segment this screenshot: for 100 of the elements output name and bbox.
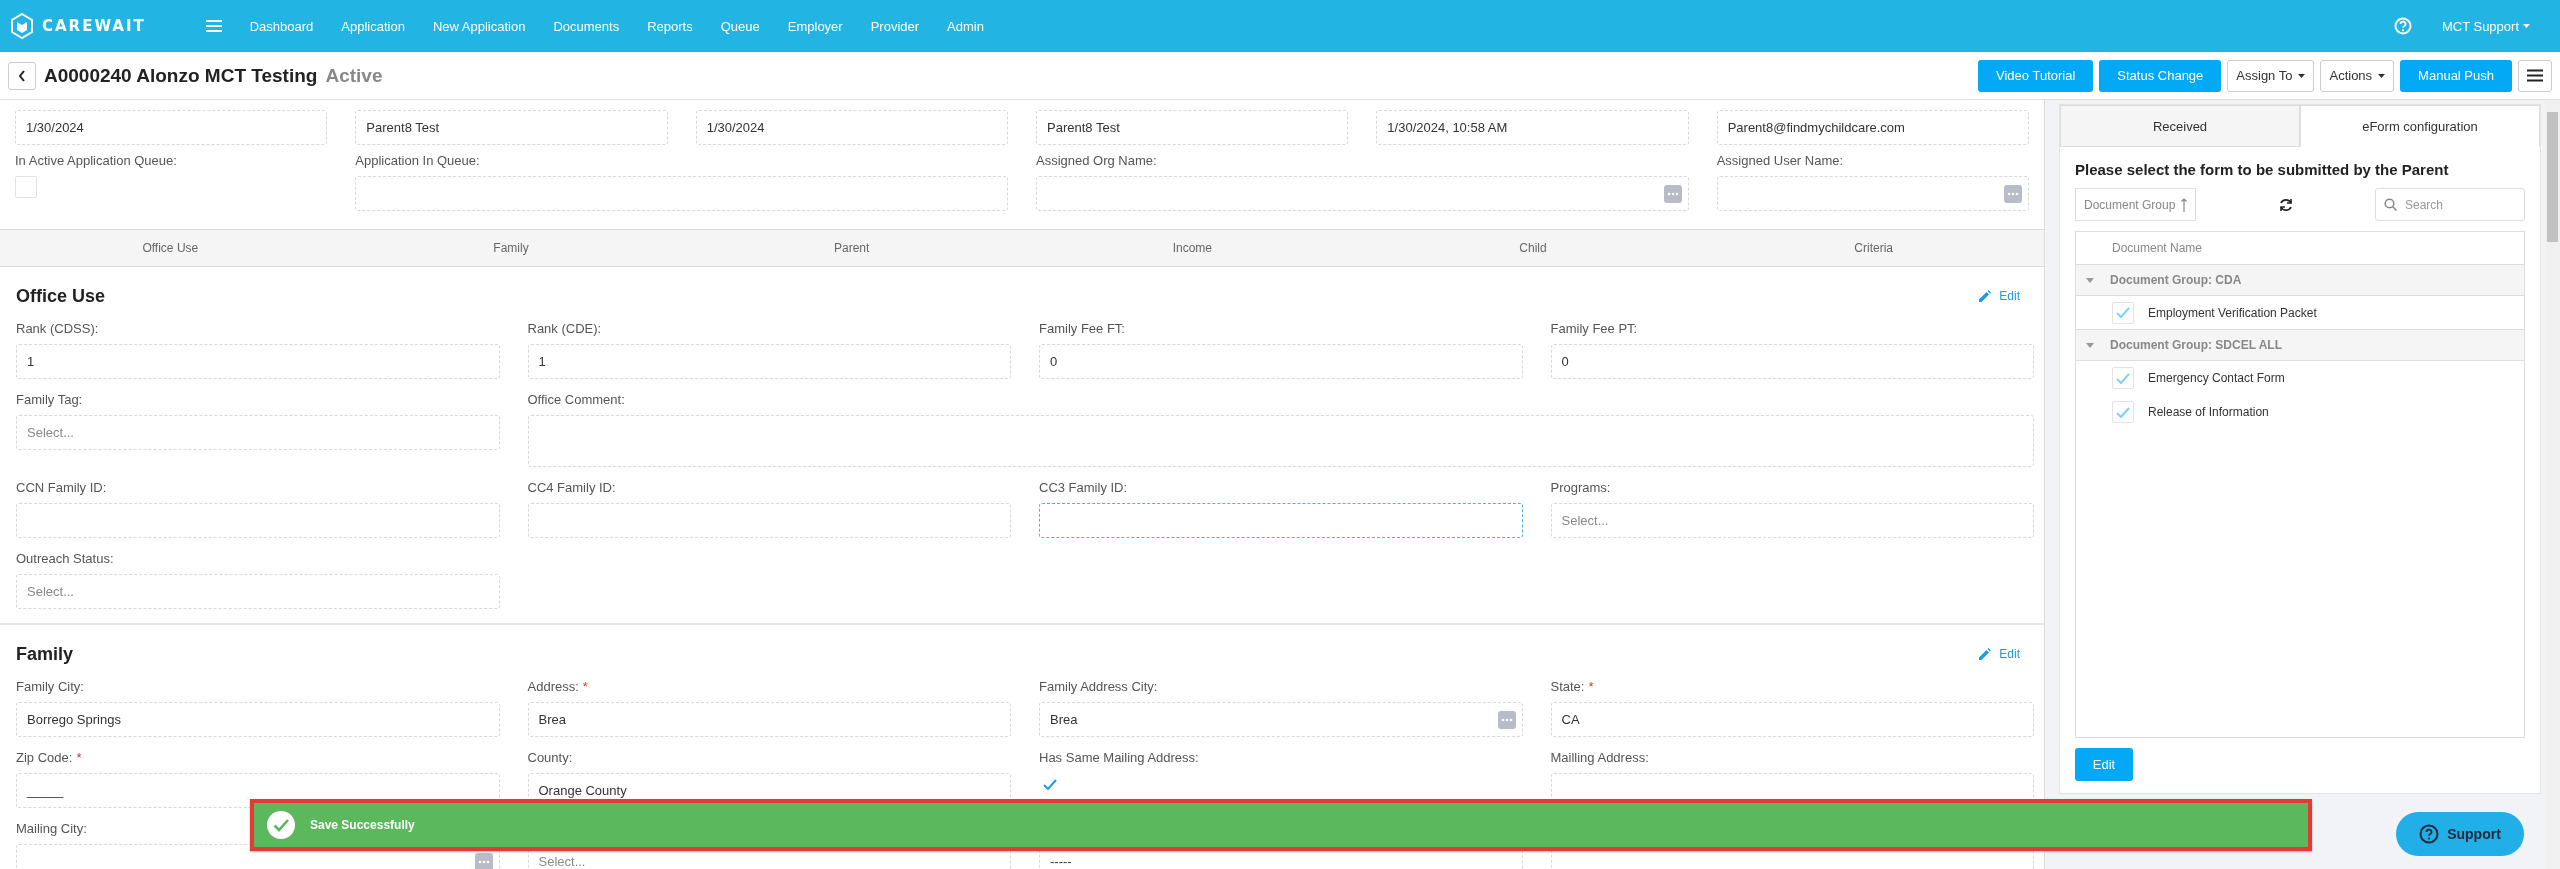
field-label: CC4 Family ID: <box>527 480 616 497</box>
input-field[interactable] <box>355 176 1008 211</box>
field-label: Has Same Mailing Address: <box>1039 750 1199 767</box>
more-button[interactable] <box>1663 184 1682 203</box>
document-name: Emergency Contact Form <box>2148 371 2285 385</box>
more-icon <box>1500 717 1513 722</box>
help-icon[interactable] <box>2393 17 2412 35</box>
group-row[interactable]: Document Group: SDCEL ALL <box>2076 330 2524 361</box>
lookup-field[interactable] <box>1036 176 1689 211</box>
section-tab[interactable]: Child <box>1519 241 1547 255</box>
refresh-icon[interactable] <box>2278 197 2293 212</box>
input-field[interactable]: Brea <box>527 702 1011 737</box>
input-field[interactable]: 1/30/2024, 10:58 AM <box>1376 110 1689 145</box>
field-label: Rank (CDE): <box>527 321 602 338</box>
more-button[interactable] <box>2004 184 2022 203</box>
field-label: Mailing City: <box>16 821 87 838</box>
dropdown-button[interactable]: Assign To <box>2227 59 2315 92</box>
menu-button[interactable] <box>2518 59 2552 92</box>
field-label: Address: <box>527 679 579 696</box>
input-field[interactable]: Parent8@findmychildcare.com <box>1716 110 2029 145</box>
input-field[interactable] <box>1039 503 1523 538</box>
field-label: Application In Queue: <box>355 153 480 170</box>
logo-icon <box>10 13 34 39</box>
panel-tab[interactable]: eForm configuration <box>2300 105 2540 147</box>
scrollbar[interactable] <box>2545 100 2560 869</box>
field-label: County: <box>527 750 573 767</box>
field-label: Family Fee PT: <box>1550 321 1638 338</box>
field-label: CCN Family ID: <box>16 480 107 497</box>
pencil-icon <box>1979 648 1992 660</box>
required-mark: * <box>76 750 82 767</box>
input-field[interactable]: Parent8 Test <box>355 110 668 145</box>
caret-icon <box>2378 73 2386 78</box>
field-label: State: <box>1550 679 1585 696</box>
more-icon <box>1666 191 1679 196</box>
check-icon <box>2116 307 2130 318</box>
search-icon <box>2384 198 2397 211</box>
panel-heading: Please select the form to be submitted by the Parent <box>2075 161 2450 178</box>
search-field[interactable]: Search <box>2375 188 2525 221</box>
document-name: Employment Verification Packet <box>2148 305 2317 320</box>
input-field[interactable]: 1/30/2024 <box>15 110 328 145</box>
section-tab[interactable]: Parent <box>833 241 870 255</box>
caret-icon <box>2298 73 2306 78</box>
input-field[interactable]: 1/30/2024 <box>695 110 1008 145</box>
input-field[interactable]: 0 <box>1039 344 1523 379</box>
checkbox[interactable] <box>15 176 37 198</box>
select-field[interactable]: Select... <box>16 415 500 450</box>
arrow-up-icon <box>2181 197 2188 212</box>
field-label: Family City: <box>16 679 84 696</box>
group-row[interactable]: Document Group: CDA <box>2076 265 2524 296</box>
input-field[interactable] <box>527 503 1011 538</box>
more-button[interactable] <box>1497 710 1516 729</box>
dropdown-button[interactable]: Actions <box>2320 59 2395 92</box>
lookup-field[interactable] <box>1716 176 2029 211</box>
checkbox[interactable] <box>2112 301 2134 324</box>
field-label: Assigned User Name: <box>1716 153 1844 170</box>
menu-icon <box>2527 69 2543 82</box>
back-button[interactable] <box>8 61 36 90</box>
input-field[interactable]: Parent8 Test <box>1036 110 1349 145</box>
check-icon <box>2116 406 2130 418</box>
section-tab[interactable]: Criteria <box>1854 241 1893 255</box>
input-field[interactable] <box>16 503 500 538</box>
comment-field[interactable] <box>527 415 2034 467</box>
input-field[interactable]: 1 <box>16 344 500 379</box>
select-field[interactable]: Select... <box>1550 503 2034 538</box>
status-text: Active <box>325 64 383 87</box>
field-label: Zip Code: <box>16 750 73 767</box>
edit-link[interactable]: Edit <box>1979 647 2020 661</box>
panel-tab[interactable]: Received <box>2060 105 2300 147</box>
section-tab[interactable]: Family <box>493 241 529 255</box>
section-title: Family <box>16 643 74 665</box>
checkbox[interactable] <box>2112 401 2134 423</box>
checkbox[interactable] <box>2112 367 2134 389</box>
toast-message: Save Successfully <box>310 818 415 832</box>
field-label: Family Fee FT: <box>1039 321 1125 338</box>
input-field[interactable]: Borrego Springs <box>16 702 500 737</box>
input-field[interactable]: CA <box>1550 702 2034 737</box>
more-button[interactable] <box>474 852 493 869</box>
support-button[interactable]: Support <box>2396 812 2524 856</box>
section-title: Office Use <box>16 285 106 307</box>
caret-icon <box>2523 24 2530 28</box>
brand-name: CAREWAIT <box>42 17 146 35</box>
more-icon <box>2007 191 2019 196</box>
field-label: Rank (CDSS): <box>16 321 99 338</box>
chevron-left-icon <box>18 69 26 82</box>
select-field[interactable]: Select... <box>16 574 500 609</box>
required-mark: * <box>582 679 588 696</box>
check-icon <box>2116 372 2130 384</box>
check-circle-icon <box>266 810 296 840</box>
section-tab[interactable]: Office Use <box>142 241 199 255</box>
lookup-field[interactable]: Brea <box>1039 702 1523 737</box>
field-label: CC3 Family ID: <box>1039 480 1128 497</box>
help-icon <box>2419 824 2440 844</box>
input-field[interactable]: 0 <box>1550 344 2034 379</box>
input-field[interactable]: 1 <box>527 344 1011 379</box>
field-label: Programs: <box>1550 480 1611 497</box>
field-label: Family Address City: <box>1039 679 1158 696</box>
section-tab[interactable]: Income <box>1172 241 1212 255</box>
edit-link[interactable]: Edit <box>1979 289 2020 303</box>
sort-button[interactable]: Document Group <box>2075 188 2197 221</box>
menu-icon[interactable] <box>205 20 222 32</box>
